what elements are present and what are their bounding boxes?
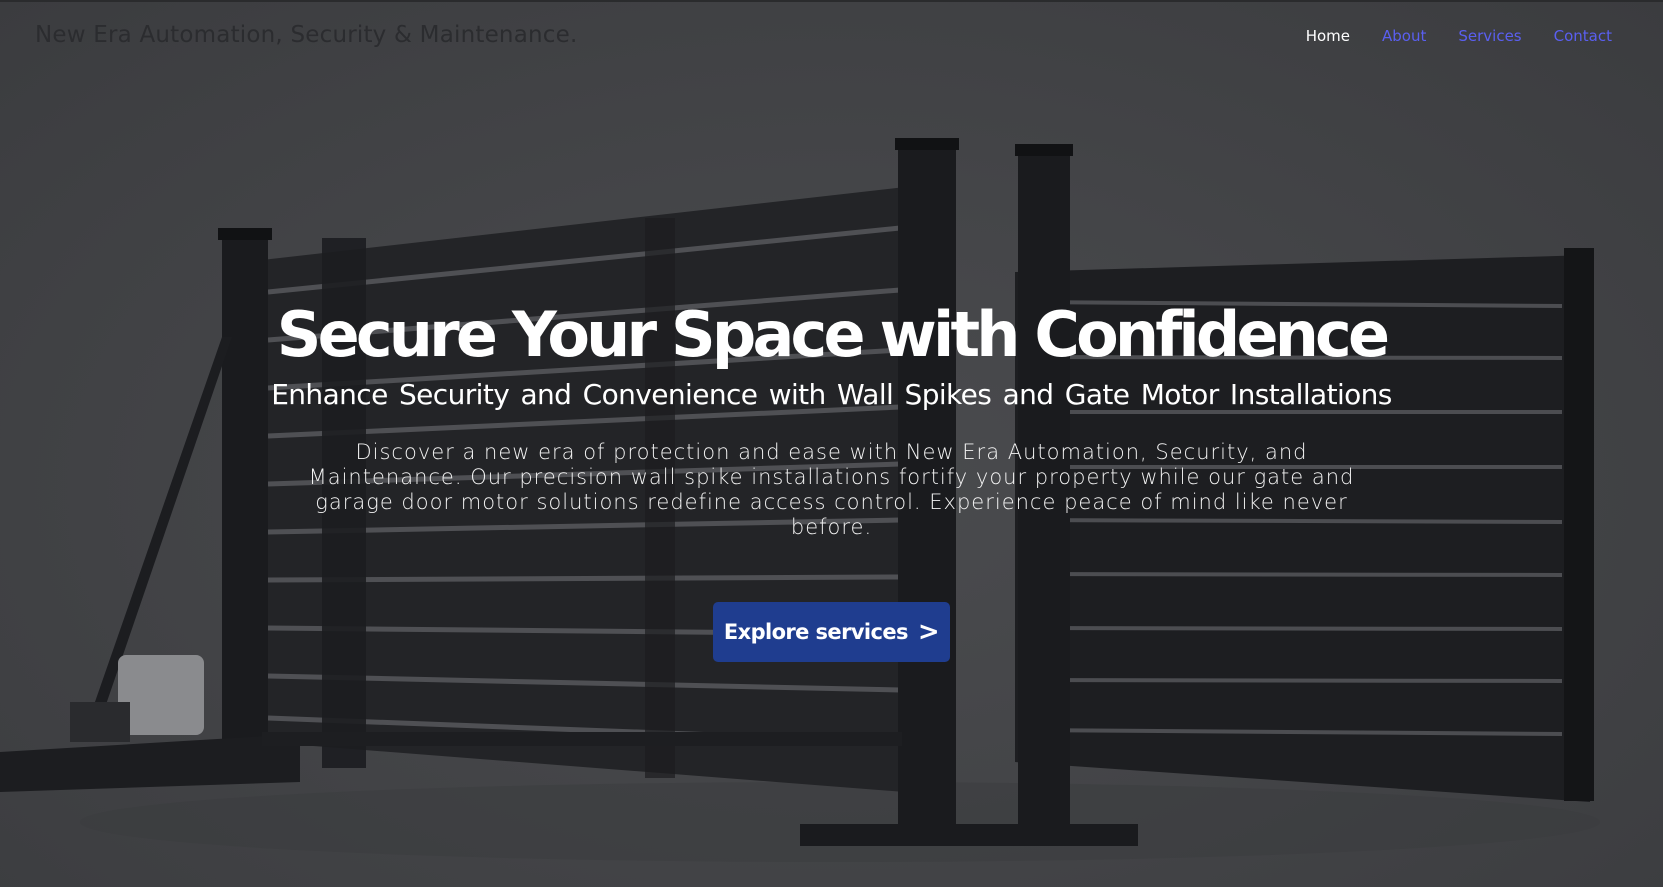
hero-title: Secure Your Space with Confidence <box>276 298 1390 371</box>
chevron-right-icon: > <box>917 617 940 647</box>
hero-subtitle: Enhance Security and Convenience with Wa… <box>271 378 1392 411</box>
hero-description: Discover a new era of protection and eas… <box>308 440 1355 539</box>
explore-services-label: Explore services <box>723 620 909 644</box>
page: New Era Automation, Security & Maintenan… <box>0 0 1663 887</box>
hero-section: Secure Your Space with Confidence Enhanc… <box>0 2 1663 887</box>
explore-services-button[interactable]: Explore services > <box>713 602 950 662</box>
